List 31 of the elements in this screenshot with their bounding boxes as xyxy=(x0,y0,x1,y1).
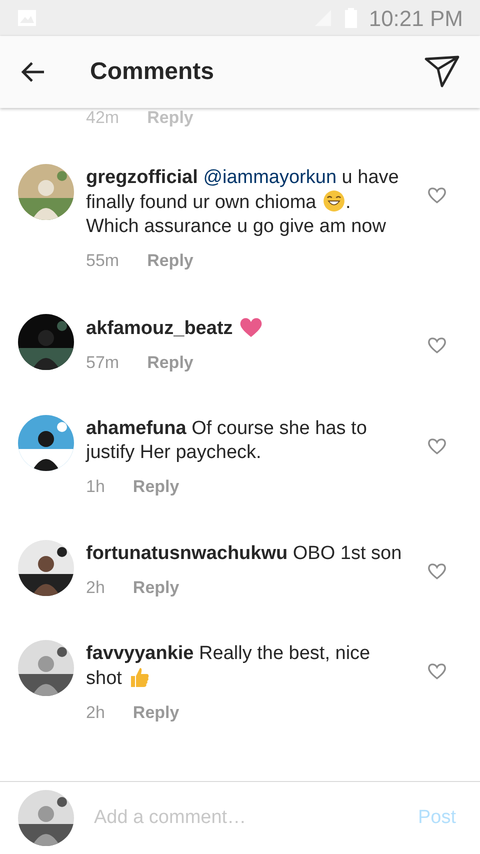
like-heart-icon[interactable] xyxy=(427,562,447,580)
mention-link[interactable]: @iammayorkun xyxy=(203,167,337,188)
send-icon[interactable] xyxy=(424,55,460,89)
comment-text: fortunatusnwachukwu OBO 1st son xyxy=(86,542,403,566)
comment-text: ahamefuna Of course she has to justify Her paycheck. xyxy=(86,417,368,465)
back-arrow-icon[interactable] xyxy=(20,60,46,84)
laughing-emoji-icon xyxy=(322,190,345,212)
comment-text: favvyyankie Really the best, nice shot xyxy=(86,642,372,691)
comment-text: gregzofficial @iammayorkun u have finally found ur own chioma . Which assurance u go give am now xyxy=(86,166,400,239)
thumbs-up-emoji-icon xyxy=(128,666,150,688)
reply-link[interactable]: Reply xyxy=(147,108,194,131)
reply-link[interactable]: Reply xyxy=(132,574,180,600)
comment-time: 57m xyxy=(86,352,120,374)
reply-link[interactable]: Reply xyxy=(132,474,180,500)
reply-link[interactable]: Reply xyxy=(132,700,180,726)
comment-time: 42m xyxy=(86,108,120,130)
comment-time: 2h xyxy=(86,702,105,724)
comment-time: 1h xyxy=(86,476,105,498)
comment-time: 2h xyxy=(86,576,105,598)
status-time: 10:21 PM xyxy=(368,4,463,32)
like-heart-icon[interactable] xyxy=(427,186,447,204)
comment-text: akfamouz_beatz xyxy=(86,316,427,340)
like-heart-icon[interactable] xyxy=(427,662,447,680)
reply-link[interactable]: Reply xyxy=(147,350,194,375)
reply-link[interactable]: Reply xyxy=(147,248,194,274)
like-heart-icon[interactable] xyxy=(427,437,447,455)
like-heart-icon[interactable] xyxy=(427,336,447,354)
page-title: Comments xyxy=(90,57,214,87)
comment-time: 55m xyxy=(86,250,120,272)
heart-emoji-icon xyxy=(239,316,264,338)
comment-input[interactable]: Add a comment… xyxy=(94,804,410,832)
